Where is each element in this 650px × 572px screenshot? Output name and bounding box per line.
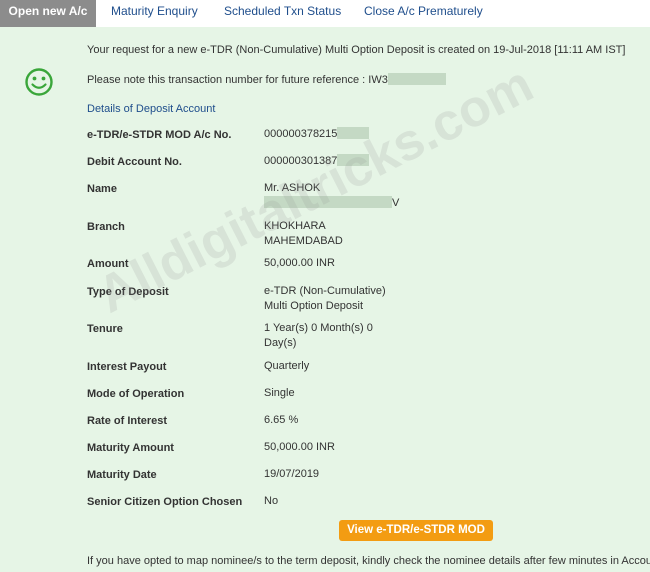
- deposit-type-line1: e-TDR (Non-Cumulative): [264, 285, 386, 297]
- debit-account-text: 000000301387: [264, 155, 338, 167]
- branch-label: Branch: [87, 221, 125, 233]
- reference-note: Please note this transaction number for …: [87, 73, 446, 86]
- interest-payout-value: Quarterly: [264, 360, 310, 372]
- tenure-value: 1 Year(s) 0 Month(s) 0 Day(s): [264, 321, 373, 351]
- tab-close-ac-prematurely[interactable]: Close A/c Prematurely: [364, 0, 483, 27]
- name-line2-wrap: V: [264, 196, 399, 211]
- tab-bar: Open new A/c Maturity Enquiry Scheduled …: [0, 0, 650, 27]
- branch-line2: MAHEMDABAD: [264, 235, 343, 247]
- tenure-line2: Day(s): [264, 337, 297, 349]
- account-no-label: e-TDR/e-STDR MOD A/c No.: [87, 129, 232, 141]
- interest-payout-label: Interest Payout: [87, 361, 167, 373]
- tab-maturity-enquiry[interactable]: Maturity Enquiry: [111, 0, 198, 27]
- deposit-type-value: e-TDR (Non-Cumulative) Multi Option Depo…: [264, 284, 386, 314]
- maturity-amount-label: Maturity Amount: [87, 442, 174, 454]
- maturity-date-value: 19/07/2019: [264, 468, 320, 480]
- tab-open-new-ac[interactable]: Open new A/c: [0, 0, 96, 27]
- name-line1: Mr. ASHOK: [264, 182, 321, 194]
- amount-value: 50,000.00 INR: [264, 257, 335, 269]
- amount-label: Amount: [87, 258, 129, 270]
- maturity-amount-value: 50,000.00 INR: [264, 441, 335, 453]
- view-deposit-button[interactable]: View e-TDR/e-STDR MOD: [339, 520, 493, 541]
- tab-scheduled-txn-status[interactable]: Scheduled Txn Status: [224, 0, 341, 27]
- section-title: Details of Deposit Account: [87, 103, 216, 115]
- nominee-note: If you have opted to map nominee/s to th…: [87, 555, 650, 567]
- senior-citizen-value: No: [264, 495, 279, 507]
- rate-label: Rate of Interest: [87, 415, 168, 427]
- reference-text: Please note this transaction number for …: [87, 74, 388, 86]
- maturity-date-label: Maturity Date: [87, 469, 157, 481]
- debit-account-label: Debit Account No.: [87, 156, 182, 168]
- name-line2: V: [392, 197, 400, 209]
- redacted-name: [264, 196, 392, 208]
- branch-line1: KHOKHARA: [264, 220, 326, 232]
- name-label: Name: [87, 183, 117, 195]
- mode-label: Mode of Operation: [87, 388, 185, 400]
- mode-value: Single: [264, 387, 295, 399]
- smiley-icon: [25, 68, 53, 96]
- senior-citizen-label: Senior Citizen Option Chosen: [87, 496, 243, 508]
- rate-value: 6.65 %: [264, 414, 299, 426]
- deposit-type-label: Type of Deposit: [87, 286, 169, 298]
- deposit-type-line2: Multi Option Deposit: [264, 300, 364, 312]
- debit-account-value: 000000301387: [264, 154, 370, 169]
- tenure-label: Tenure: [87, 323, 123, 335]
- account-no-text: 000000378215: [264, 128, 338, 140]
- tenure-line1: 1 Year(s) 0 Month(s) 0: [264, 322, 373, 334]
- redacted-debit-account: [337, 154, 370, 166]
- redacted-reference: [387, 73, 446, 85]
- confirmation-message: Your request for a new e-TDR (Non-Cumula…: [87, 44, 626, 56]
- redacted-account-no: [337, 127, 370, 139]
- confirmation-panel: Your request for a new e-TDR (Non-Cumula…: [0, 27, 650, 572]
- name-value: Mr. ASHOK V: [264, 181, 399, 211]
- account-no-value: 000000378215: [264, 127, 370, 142]
- branch-value: KHOKHARA MAHEMDABAD: [264, 219, 343, 249]
